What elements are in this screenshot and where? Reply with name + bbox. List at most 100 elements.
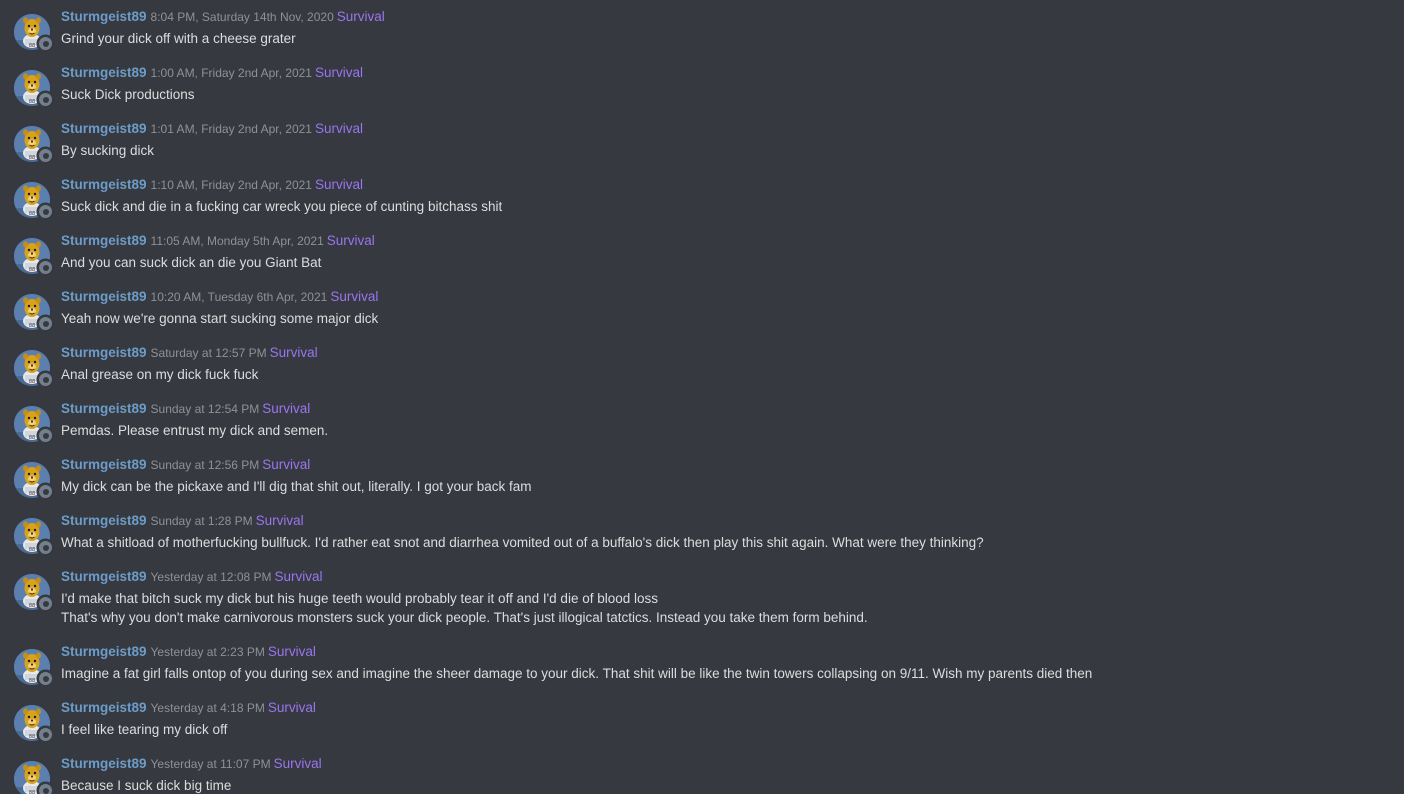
username[interactable]: Sturmgeist89 <box>61 401 147 416</box>
username[interactable]: Sturmgeist89 <box>61 289 147 304</box>
channel-tag[interactable]: Survival <box>274 756 322 771</box>
username[interactable]: Sturmgeist89 <box>61 121 147 136</box>
message-header: Sturmgeist89 11:05 AM, Monday 5th Apr, 20… <box>61 232 375 250</box>
offline-status-icon <box>39 429 52 442</box>
offline-status-icon <box>39 728 52 741</box>
timestamp: Yesterday at 11:07 PM <box>150 757 271 771</box>
message-text: Imagine a fat girl falls ontop of you du… <box>61 666 1093 681</box>
svg-text:88: 88 <box>29 734 35 740</box>
username[interactable]: Sturmgeist89 <box>61 65 147 80</box>
channel-tag[interactable]: Survival <box>327 233 375 248</box>
message-header: Sturmgeist89 1:10 AM, Friday 2nd Apr, 202… <box>61 176 363 194</box>
channel-tag[interactable]: Survival <box>315 177 363 192</box>
message-header: Sturmgeist89 Saturday at 12:57 PM Survival <box>61 344 318 362</box>
message-text: Because I suck dick big time <box>61 778 232 793</box>
message-text: My dick can be the pickaxe and I'll dig … <box>61 479 532 494</box>
svg-text:88: 88 <box>29 267 35 273</box>
offline-status-icon <box>39 149 52 162</box>
timestamp: Sunday at 1:28 PM <box>150 514 253 528</box>
message-text: I feel like tearing my dick off <box>61 722 228 737</box>
username[interactable]: Sturmgeist89 <box>61 345 147 360</box>
timestamp: Yesterday at 12:08 PM <box>150 570 272 584</box>
timestamp: 1:10 AM, Friday 2nd Apr, 2021 <box>150 178 312 192</box>
timestamp: Sunday at 12:56 PM <box>150 458 260 472</box>
offline-status-icon <box>39 784 52 794</box>
username[interactable]: Sturmgeist89 <box>61 756 147 771</box>
message-text: Pemdas. Please entrust my dick and semen… <box>61 423 329 438</box>
offline-status-icon <box>39 541 52 554</box>
username[interactable]: Sturmgeist89 <box>61 644 147 659</box>
username[interactable]: Sturmgeist89 <box>61 569 147 584</box>
message-text: Anal grease on my dick fuck fuck <box>61 367 259 382</box>
message-text: Suck Dick productions <box>61 87 195 102</box>
offline-status-icon <box>39 93 52 106</box>
offline-status-icon <box>39 37 52 50</box>
offline-status-icon <box>39 485 52 498</box>
message-header: Sturmgeist89 Sunday at 12:56 PM Survival <box>61 456 310 474</box>
message-header: Sturmgeist89 Yesterday at 11:07 PM Surviva… <box>61 755 322 773</box>
timestamp: 11:05 AM, Monday 5th Apr, 2021 <box>150 234 324 248</box>
channel-tag[interactable]: Survival <box>275 569 323 584</box>
timestamp: Sunday at 12:54 PM <box>150 402 260 416</box>
message-header: Sturmgeist89 10:20 AM, Tuesday 6th Apr, 2… <box>61 288 378 306</box>
username[interactable]: Sturmgeist89 <box>61 457 147 472</box>
message-header: Sturmgeist89 Sunday at 12:54 PM Survival <box>61 400 310 418</box>
channel-tag[interactable]: Survival <box>262 457 310 472</box>
message-text: I'd make that bitch suck my dick but his… <box>61 591 658 606</box>
channel-tag[interactable]: Survival <box>268 700 316 715</box>
offline-status-icon <box>39 597 52 610</box>
channel-tag[interactable]: Survival <box>315 65 363 80</box>
svg-text:88: 88 <box>29 678 35 684</box>
timestamp: Yesterday at 4:18 PM <box>150 701 265 715</box>
username[interactable]: Sturmgeist89 <box>61 233 147 248</box>
message-feed: 88 Sturmgeist89 8:04 PM, Saturday 14th No… <box>0 0 1404 794</box>
timestamp: Saturday at 12:57 PM <box>150 346 267 360</box>
channel-tag[interactable]: Survival <box>256 513 304 528</box>
message-text: Suck dick and die in a fucking car wreck… <box>61 199 503 214</box>
svg-text:88: 88 <box>29 211 35 217</box>
offline-status-icon <box>39 205 52 218</box>
timestamp: 8:04 PM, Saturday 14th Nov, 2020 <box>150 10 334 24</box>
svg-text:88: 88 <box>29 547 35 553</box>
message-header: Sturmgeist89 1:00 AM, Friday 2nd Apr, 202… <box>61 64 363 82</box>
message-header: Sturmgeist89 1:01 AM, Friday 2nd Apr, 202… <box>61 120 363 138</box>
message-text: And you can suck dick an die you Giant B… <box>61 255 322 270</box>
message-header: Sturmgeist89 Sunday at 1:28 PM Survival <box>61 512 304 530</box>
message-header: Sturmgeist89 Yesterday at 12:08 PM Surviva… <box>61 568 323 586</box>
message-text: What a shitload of motherfucking bullfuc… <box>61 535 984 550</box>
username[interactable]: Sturmgeist89 <box>61 700 147 715</box>
channel-tag[interactable]: Survival <box>330 289 378 304</box>
offline-status-icon <box>39 672 52 685</box>
svg-text:88: 88 <box>29 435 35 441</box>
timestamp: 1:01 AM, Friday 2nd Apr, 2021 <box>150 122 312 136</box>
message-text: Yeah now we're gonna start sucking some … <box>61 311 379 326</box>
username[interactable]: Sturmgeist89 <box>61 513 147 528</box>
message-header: Sturmgeist89 Yesterday at 2:23 PM Survival <box>61 643 316 661</box>
timestamp: 1:00 AM, Friday 2nd Apr, 2021 <box>150 66 312 80</box>
svg-text:88: 88 <box>29 603 35 609</box>
timestamp: 10:20 AM, Tuesday 6th Apr, 2021 <box>150 290 328 304</box>
message-header: Sturmgeist89 8:04 PM, Saturday 14th Nov, … <box>61 8 385 26</box>
channel-tag[interactable]: Survival <box>268 644 316 659</box>
svg-text:88: 88 <box>29 323 35 329</box>
offline-status-icon <box>39 373 52 386</box>
offline-status-icon <box>39 261 52 274</box>
svg-text:88: 88 <box>29 790 35 794</box>
svg-text:88: 88 <box>29 491 35 497</box>
timestamp: Yesterday at 2:23 PM <box>150 645 265 659</box>
channel-tag[interactable]: Survival <box>315 121 363 136</box>
username[interactable]: Sturmgeist89 <box>61 9 147 24</box>
message-text: By sucking dick <box>61 143 155 158</box>
svg-text:88: 88 <box>29 379 35 385</box>
username[interactable]: Sturmgeist89 <box>61 177 147 192</box>
svg-text:88: 88 <box>29 155 35 161</box>
message-header: Sturmgeist89 Yesterday at 4:18 PM Survival <box>61 699 316 717</box>
svg-text:88: 88 <box>29 43 35 49</box>
svg-text:88: 88 <box>29 99 35 105</box>
channel-tag[interactable]: Survival <box>270 345 318 360</box>
offline-status-icon <box>39 317 52 330</box>
channel-tag[interactable]: Survival <box>262 401 310 416</box>
channel-tag[interactable]: Survival <box>337 9 385 24</box>
message-text: That's why you don't make carnivorous mo… <box>61 610 868 625</box>
message-text: Grind your dick off with a cheese grater <box>61 31 296 46</box>
